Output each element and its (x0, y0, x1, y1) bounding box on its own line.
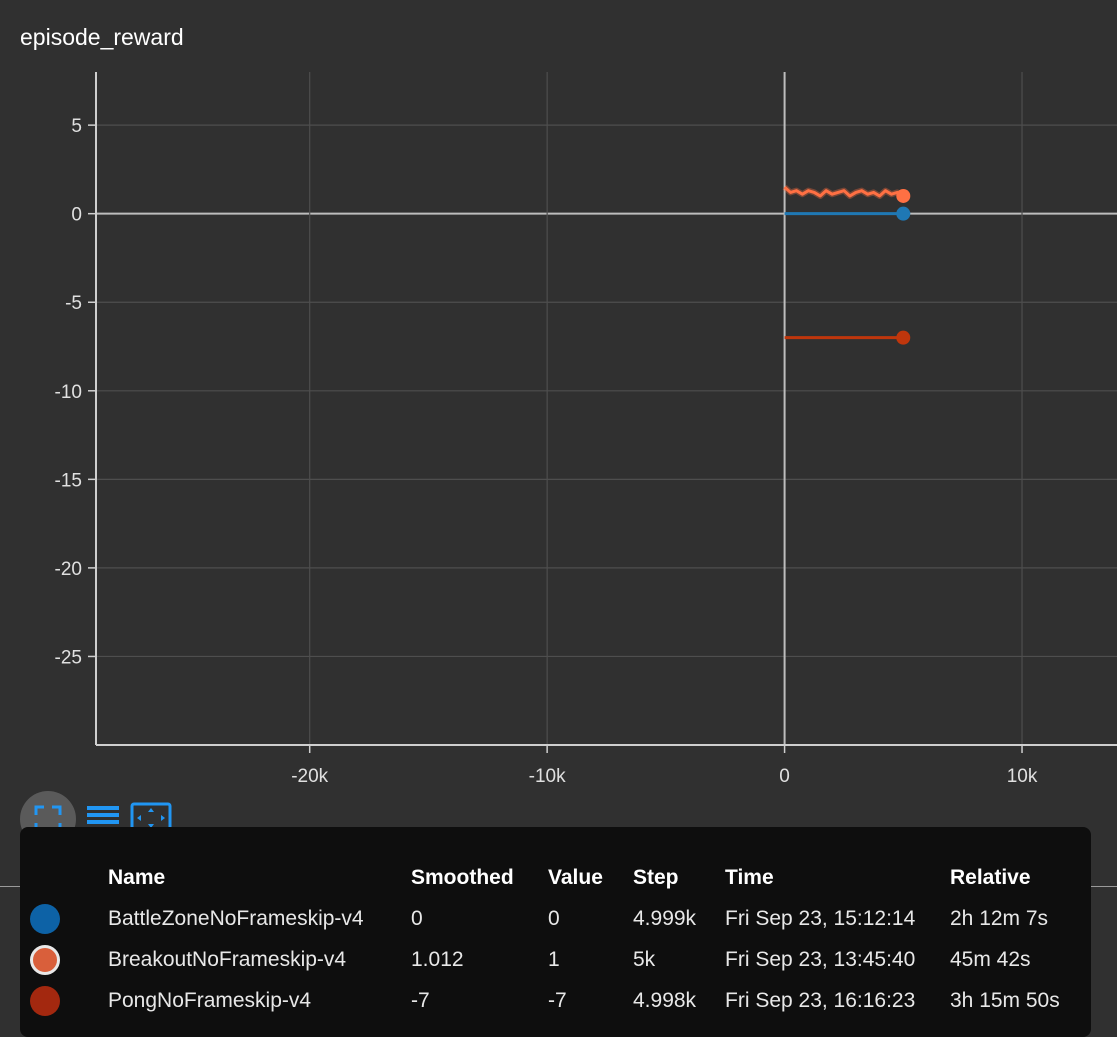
x-tick-label: 10k (1007, 766, 1038, 787)
raw-value: 1 (548, 947, 560, 971)
table-row[interactable]: BreakoutNoFrameskip-v4 1.012 1 5k Fri Sep 23… (30, 939, 1090, 980)
header-step: Step (633, 866, 679, 889)
step-value: 4.999k (633, 906, 697, 930)
data-table: Name Smoothed Value Step Time Relative B… (30, 858, 1090, 1021)
run-name: BreakoutNoFrameskip-v4 (108, 947, 347, 971)
relative-value: 45m 42s (950, 947, 1031, 971)
run-name: BattleZoneNoFrameskip-v4 (108, 906, 364, 930)
data-point (896, 206, 911, 221)
step-value: 5k (633, 947, 656, 971)
relative-value: 2h 12m 7s (950, 906, 1049, 930)
divider-right (1091, 886, 1117, 887)
y-tick-label: -20 (55, 559, 82, 580)
relative-value: 3h 15m 50s (950, 988, 1060, 1012)
y-tick-label: -10 (55, 382, 82, 403)
smoothed-value: -7 (411, 988, 430, 1012)
swatch-cell (30, 980, 108, 1021)
swatch-cell (30, 898, 108, 939)
table-header-row: Name Smoothed Value Step Time Relative (30, 858, 1090, 898)
table-row[interactable]: BattleZoneNoFrameskip-v4 0 0 4.999k Fri Sep … (30, 898, 1090, 939)
run-color-swatch (30, 944, 60, 975)
table-row[interactable]: PongNoFrameskip-v4 -7 -7 4.998k Fri Sep 23, … (30, 980, 1090, 1021)
header-smoothed: Smoothed (411, 866, 514, 889)
smoothed-value: 0 (411, 906, 423, 930)
data-point (896, 188, 911, 203)
raw-value: -7 (548, 988, 567, 1012)
header-value: Value (548, 866, 603, 889)
divider-left (0, 886, 20, 887)
header-name: Name (108, 866, 166, 889)
time-value: Fri Sep 23, 15:12:14 (725, 906, 916, 930)
header-relative: Relative (950, 866, 1031, 889)
x-tick-label: -10k (529, 766, 566, 787)
time-value: Fri Sep 23, 13:45:40 (725, 947, 916, 971)
run-color-swatch (30, 985, 60, 1016)
y-tick-label: -15 (55, 470, 82, 491)
data-point (896, 330, 911, 345)
swatch-cell (30, 939, 108, 980)
header-swatch (30, 858, 108, 898)
time-value: Fri Sep 23, 16:16:23 (725, 988, 916, 1012)
line-chart[interactable]: 5 0 -5 -10 -15 -20 -25 -20k -10k 0 10k (0, 0, 1117, 790)
y-tick-label: 5 (71, 116, 82, 137)
raw-value: 0 (548, 906, 560, 930)
y-tick-label: -25 (55, 647, 82, 668)
y-tick-label: -5 (65, 293, 82, 314)
run-color-swatch (30, 903, 60, 934)
step-value: 4.998k (633, 988, 697, 1012)
run-name: PongNoFrameskip-v4 (108, 988, 312, 1012)
y-tick-label: 0 (71, 205, 82, 226)
smoothed-value: 1.012 (411, 947, 464, 971)
header-time: Time (725, 866, 774, 889)
x-tick-label: -20k (291, 766, 328, 787)
x-tick-label: 0 (779, 766, 790, 787)
